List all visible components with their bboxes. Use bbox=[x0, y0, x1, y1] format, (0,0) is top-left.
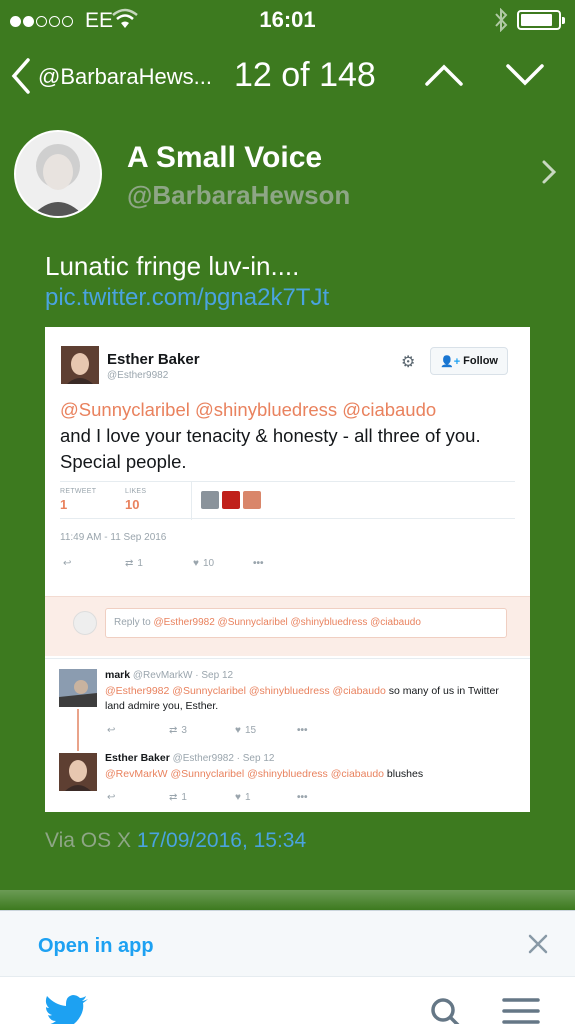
back-button-label[interactable]: @BarbaraHews... bbox=[38, 64, 212, 90]
bluetooth-icon bbox=[495, 8, 508, 32]
back-chevron-icon[interactable] bbox=[8, 56, 38, 96]
tweet-media-link[interactable]: pic.twitter.com/pgna2k7TJt bbox=[45, 282, 329, 314]
embed-author-avatar bbox=[61, 346, 99, 384]
retweet-action: ⇄ 3 bbox=[169, 724, 187, 736]
divider bbox=[0, 890, 575, 910]
reply-icon: ↩ bbox=[107, 791, 116, 803]
reply-icon: ↩ bbox=[63, 557, 72, 569]
like-action: ♥ 1 bbox=[235, 791, 251, 803]
more-icon: ••• bbox=[253, 557, 264, 569]
tweet-text: Lunatic fringe luv-in.... bbox=[45, 251, 300, 281]
liker-avatar bbox=[243, 491, 261, 509]
liker-avatar bbox=[201, 491, 219, 509]
reply-author-avatar bbox=[59, 753, 97, 791]
avatar[interactable] bbox=[14, 130, 102, 218]
retweet-action: ⇄ 1 bbox=[169, 791, 187, 803]
clock: 16:01 bbox=[259, 7, 316, 32]
open-in-app-banner: Open in app bbox=[0, 910, 575, 976]
embed-author-handle: @Esther9982 bbox=[107, 370, 169, 381]
reply-bar: Reply to @Esther9982 @Sunnyclaribel @shi… bbox=[45, 596, 530, 656]
reply-header: mark @RevMarkW · Sep 12 bbox=[105, 669, 234, 681]
more-icon: ••• bbox=[297, 724, 308, 736]
embed-author-name: Esther Baker bbox=[107, 351, 200, 368]
reply-icon: ↩ bbox=[107, 724, 116, 736]
heart-icon: ♥ bbox=[235, 724, 241, 736]
retweet-icon: ⇄ bbox=[169, 724, 178, 736]
retweet-icon: ⇄ bbox=[169, 791, 178, 803]
open-in-app-link[interactable]: Open in app bbox=[38, 935, 154, 958]
add-user-icon: 👤+ bbox=[440, 355, 461, 368]
heart-icon: ♥ bbox=[193, 557, 199, 569]
follow-label: Follow bbox=[463, 355, 498, 367]
like-action: ♥ 15 bbox=[235, 724, 257, 736]
embed-tweet-body: @Sunnyclaribel @shinybluedress @ciabaudo… bbox=[60, 397, 515, 475]
gear-icon: ⚙ bbox=[401, 354, 416, 371]
twitter-bird-icon[interactable] bbox=[44, 995, 88, 1024]
follow-button: 👤+ Follow bbox=[430, 347, 508, 375]
retweet-action: ⇄ 1 bbox=[125, 557, 143, 569]
retweet-icon: ⇄ bbox=[125, 557, 134, 569]
bottom-bar bbox=[0, 976, 575, 1024]
reply-text: @Esther9982 @Sunnyclaribel @shinybluedre… bbox=[105, 685, 499, 712]
close-icon[interactable] bbox=[527, 933, 549, 955]
reply-text: @RevMarkW @Sunnyclaribel @shinybluedress… bbox=[105, 768, 424, 780]
reply-avatar bbox=[73, 611, 97, 635]
profile-name: A Small Voice bbox=[127, 141, 323, 174]
arrow-down-icon[interactable] bbox=[505, 60, 545, 90]
embed-mentions: @Sunnyclaribel @shinybluedress @ciabaudo bbox=[60, 399, 437, 420]
profile-handle: @BarbaraHewson bbox=[127, 180, 351, 210]
menu-icon[interactable] bbox=[502, 997, 540, 1024]
more-icon: ••• bbox=[297, 791, 308, 803]
embed-stats: RETWEET 1 LIKES 10 bbox=[60, 481, 515, 520]
status-bar: EE 16:01 bbox=[0, 0, 575, 40]
likes-stat: LIKES 10 bbox=[125, 488, 147, 512]
like-action: ♥ 10 bbox=[193, 557, 215, 569]
heart-icon: ♥ bbox=[235, 791, 241, 803]
embed-actions: ↩ ⇄ 1 ♥ 10 ••• bbox=[63, 555, 313, 571]
search-icon[interactable] bbox=[430, 997, 460, 1024]
liker-avatars bbox=[201, 491, 261, 509]
reply-header: Esther Baker @Esther9982 · Sep 12 bbox=[105, 752, 275, 764]
chevron-right-icon[interactable] bbox=[541, 158, 557, 186]
tweet-timestamp[interactable]: 17/09/2016, 15:34 bbox=[137, 829, 306, 852]
retweet-stat: RETWEET 1 bbox=[60, 488, 97, 512]
nav-bar: @BarbaraHews... 12 of 148 bbox=[0, 40, 575, 115]
reply-input: Reply to @Esther9982 @Sunnyclaribel @shi… bbox=[105, 608, 507, 638]
thread-connector bbox=[77, 709, 79, 751]
profile-row[interactable]: A Small Voice @BarbaraHewson bbox=[0, 128, 575, 220]
embedded-tweet-image[interactable]: Esther Baker @Esther9982 ⚙ 👤+ Follow @Su… bbox=[45, 327, 530, 812]
embed-body-text: and I love your tenacity & honesty - all… bbox=[60, 425, 481, 472]
tweet-source: Via OS X 17/09/2016, 15:34 bbox=[45, 829, 307, 852]
reply-author-avatar bbox=[59, 669, 97, 707]
arrow-up-icon[interactable] bbox=[424, 60, 464, 90]
liker-avatar bbox=[222, 491, 240, 509]
reply-actions: ↩ ⇄ 3 ♥ 15 ••• bbox=[107, 722, 357, 738]
reply-actions: ↩ ⇄ 1 ♥ 1 ••• bbox=[107, 789, 357, 805]
tweet-counter: 12 of 148 bbox=[234, 56, 376, 94]
embed-date: 11:49 AM - 11 Sep 2016 bbox=[60, 532, 167, 543]
battery-icon bbox=[517, 10, 565, 30]
